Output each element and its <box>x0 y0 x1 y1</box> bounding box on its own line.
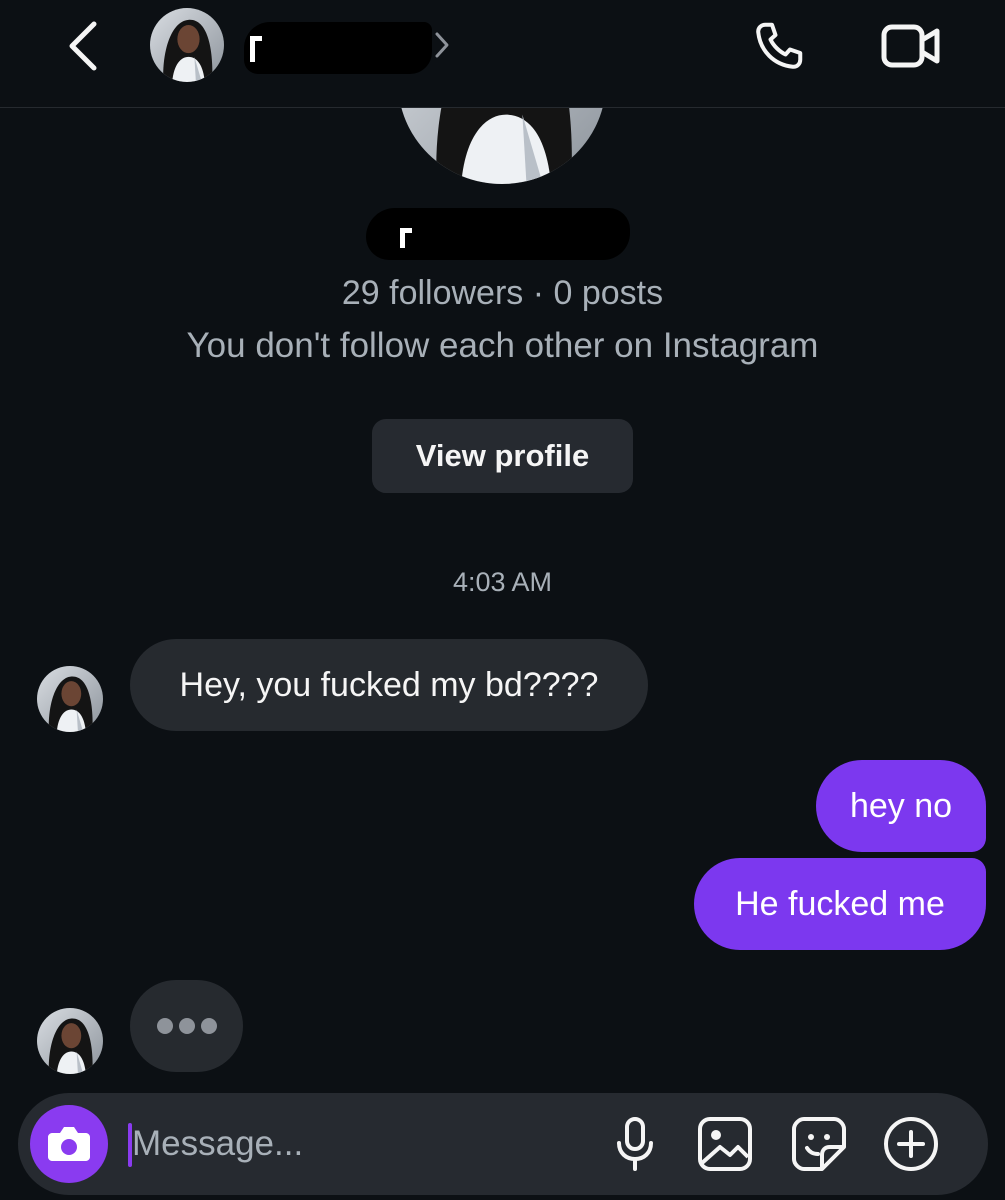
sender-avatar[interactable] <box>37 1008 103 1074</box>
message-timestamp: 4:03 AM <box>452 567 553 597</box>
back-button[interactable] <box>60 18 110 74</box>
outgoing-message[interactable]: hey no <box>816 760 986 852</box>
follow-status-text: You don't follow each other on Instagram <box>186 326 819 365</box>
phone-icon <box>756 22 803 69</box>
typing-indicator <box>130 980 243 1072</box>
chevron-left-icon <box>69 21 97 71</box>
video-call-button[interactable] <box>878 18 944 74</box>
microphone-icon <box>617 1117 653 1171</box>
camera-button[interactable] <box>30 1105 108 1183</box>
more-options-button[interactable] <box>880 1113 942 1175</box>
gallery-button[interactable] <box>694 1113 756 1175</box>
image-icon <box>698 1117 752 1171</box>
incoming-message[interactable]: Hey, you fucked my bd???? <box>130 639 648 731</box>
typing-dot <box>178 1018 195 1034</box>
view-profile-button[interactable]: View profile <box>372 419 633 493</box>
chevron-right-icon[interactable] <box>432 30 452 60</box>
message-input[interactable] <box>132 1115 572 1173</box>
plus-circle-icon <box>884 1117 938 1171</box>
camera-icon <box>48 1127 90 1161</box>
contact-avatar[interactable] <box>150 8 224 82</box>
redacted-profile-name <box>366 208 630 260</box>
message-composer <box>18 1093 988 1195</box>
sticker-button[interactable] <box>788 1113 850 1175</box>
follower-count: 29 followers · 0 posts <box>341 274 664 312</box>
video-camera-icon <box>881 24 940 68</box>
typing-dot <box>156 1018 173 1034</box>
chat-header <box>0 0 1005 108</box>
voice-call-button[interactable] <box>748 16 810 76</box>
voice-message-button[interactable] <box>604 1113 666 1175</box>
sender-avatar[interactable] <box>37 666 103 732</box>
outgoing-message[interactable]: He fucked me <box>694 858 986 950</box>
sticker-icon <box>792 1117 846 1171</box>
typing-dot <box>200 1018 217 1034</box>
redacted-contact-name[interactable] <box>244 22 432 74</box>
